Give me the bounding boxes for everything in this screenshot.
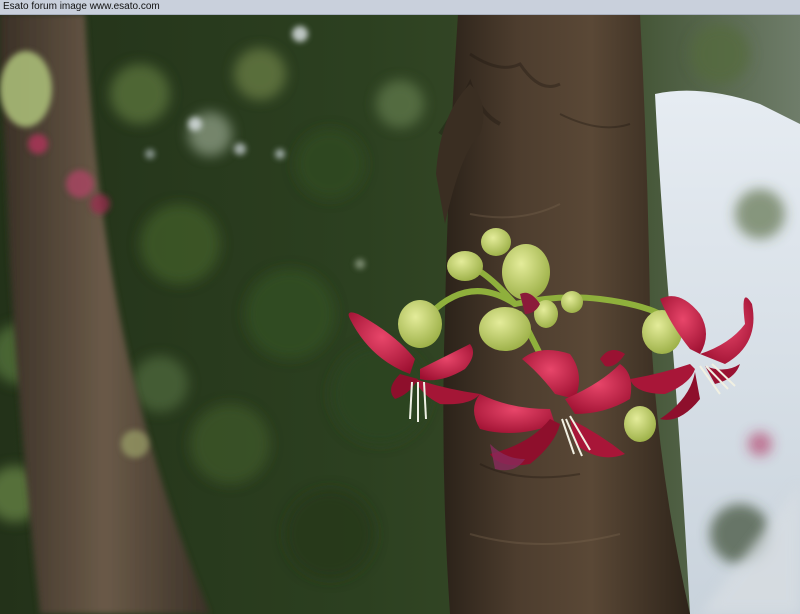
photo-illustration [0,14,800,614]
bud [398,300,442,348]
bud [481,228,511,256]
photo [0,14,800,614]
bud [502,244,550,300]
bud [561,291,583,313]
bud [624,406,656,442]
watermark-banner: Esato forum image www.esato.com [0,0,800,15]
image-frame: Esato forum image www.esato.com [0,0,800,614]
watermark-text: Esato forum image www.esato.com [3,1,160,12]
bud [479,307,531,351]
bud [447,251,483,281]
